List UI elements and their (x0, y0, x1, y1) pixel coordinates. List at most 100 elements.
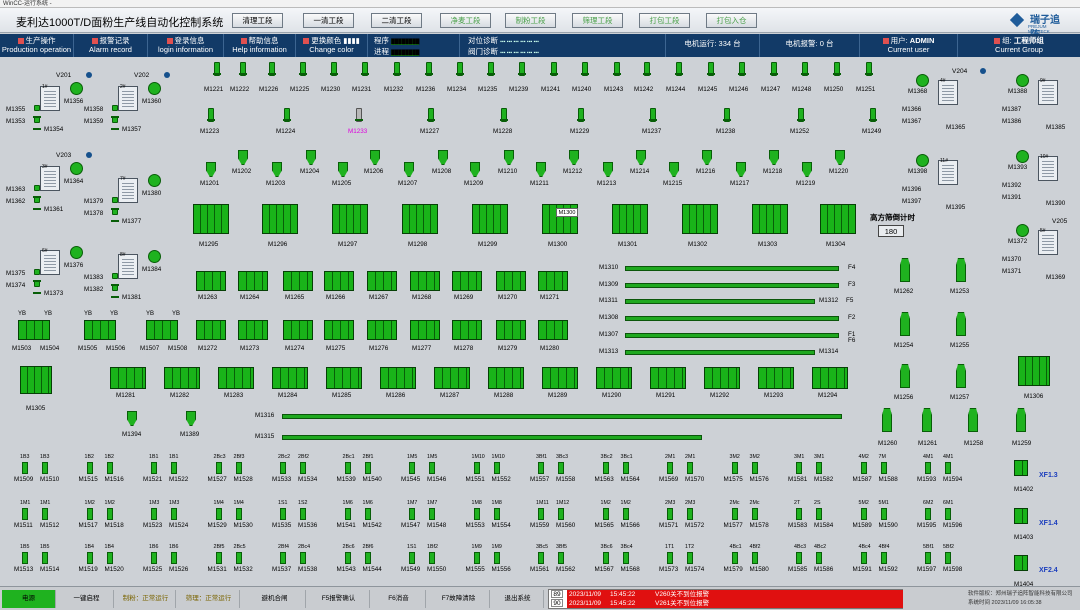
motor-icon[interactable] (493, 508, 500, 520)
packer-pair-icon[interactable] (151, 552, 177, 564)
packer-pair-icon[interactable] (280, 552, 306, 564)
motor-icon[interactable] (880, 462, 887, 474)
motor-icon[interactable] (538, 552, 544, 564)
feeder-icon[interactable] (1014, 460, 1028, 476)
packer-pair-icon[interactable] (925, 552, 951, 564)
conveyor-bar[interactable] (282, 435, 702, 440)
packer-pair-icon[interactable] (731, 462, 758, 474)
motor-icon[interactable] (22, 508, 28, 520)
packer-pair-icon[interactable] (796, 552, 822, 564)
packer-pair-icon[interactable] (860, 508, 887, 520)
motor-icon[interactable] (355, 108, 363, 122)
sifter-icon[interactable] (612, 204, 648, 234)
motor-icon[interactable] (33, 117, 41, 130)
motor-icon[interactable] (925, 552, 931, 564)
motor-icon[interactable] (106, 508, 113, 520)
stage-button-second-clean[interactable]: 二清工段 (371, 13, 422, 28)
sifter-icon[interactable] (472, 204, 508, 234)
motor-icon[interactable] (880, 508, 887, 520)
cone-icon[interactable] (636, 150, 646, 165)
packer-icon[interactable] (20, 366, 52, 394)
motor-icon[interactable] (42, 552, 48, 564)
sifter-icon[interactable] (402, 204, 438, 234)
motor-icon[interactable] (106, 462, 113, 474)
motor-icon[interactable] (667, 552, 673, 564)
stage-button-packing-storage[interactable]: 打包入仓 (706, 13, 757, 28)
motor-icon[interactable] (409, 508, 415, 520)
fan-icon[interactable] (148, 82, 161, 95)
motor-icon[interactable] (235, 462, 242, 474)
motor-icon[interactable] (865, 62, 873, 76)
motor-icon[interactable] (816, 462, 822, 474)
pump-icon[interactable] (900, 312, 910, 336)
roll-mill-icon[interactable] (410, 320, 440, 340)
motor-icon[interactable] (833, 62, 841, 76)
alarm-row[interactable]: 90 2023/11/09 15:45:22 V261关不到位报警 (549, 599, 903, 608)
stage-button-milling[interactable]: 制粉工段 (505, 13, 556, 28)
motor-icon[interactable] (613, 62, 621, 76)
motor-icon[interactable] (86, 552, 93, 564)
motor-icon[interactable] (796, 552, 802, 564)
motor-icon[interactable] (643, 62, 651, 76)
pump-icon[interactable] (968, 408, 978, 432)
motor-icon[interactable] (751, 462, 758, 474)
roll-mill-icon[interactable] (452, 320, 482, 340)
packer-pair-icon[interactable] (22, 508, 48, 520)
alarm-confirm-button[interactable]: F5报警确认 (308, 590, 370, 608)
one-key-start-button[interactable]: 一键启程 (60, 590, 114, 608)
motor-icon[interactable] (622, 508, 629, 520)
fan-icon[interactable] (1016, 224, 1029, 237)
motor-icon[interactable] (111, 117, 119, 130)
motor-icon[interactable] (869, 108, 877, 122)
motor-icon[interactable] (796, 508, 802, 520)
motor-icon[interactable] (518, 62, 526, 76)
fan-icon[interactable] (1016, 74, 1029, 87)
current-user-panel[interactable]: 用户: ADMIN Current user (860, 34, 958, 57)
conveyor-bar[interactable] (282, 414, 842, 419)
motor-icon[interactable] (300, 508, 306, 520)
motor-icon[interactable] (751, 552, 758, 564)
purifier-icon[interactable] (272, 367, 308, 389)
packer-pair-icon[interactable] (409, 552, 435, 564)
purifier-icon[interactable] (704, 367, 740, 389)
pump-icon[interactable] (900, 258, 910, 282)
packer-pair-icon[interactable] (473, 508, 500, 520)
motor-icon[interactable] (860, 508, 867, 520)
packer-pair-icon[interactable] (409, 462, 435, 474)
pump-icon[interactable] (900, 364, 910, 388)
packer-pair-icon[interactable] (215, 552, 242, 564)
roll-mill-icon[interactable] (283, 320, 313, 340)
motor-icon[interactable] (344, 508, 351, 520)
menu-help-information[interactable]: 帮助信息 Help information (224, 34, 296, 57)
motor-icon[interactable] (707, 62, 715, 76)
motor-icon[interactable] (770, 62, 778, 76)
pump-icon[interactable] (956, 258, 966, 282)
motor-icon[interactable] (801, 62, 809, 76)
packer-pair-icon[interactable] (86, 508, 113, 520)
current-group-panel[interactable]: 组: 工程师组 Current Group (958, 34, 1080, 57)
motor-icon[interactable] (602, 508, 609, 520)
motor-icon[interactable] (860, 462, 867, 474)
cone-icon[interactable] (206, 162, 216, 177)
motor-icon[interactable] (456, 62, 464, 76)
fan-icon[interactable] (70, 82, 83, 95)
motor-icon[interactable] (33, 281, 41, 294)
motor-icon[interactable] (409, 462, 415, 474)
roll-mill-icon[interactable] (324, 320, 354, 340)
motor-icon[interactable] (738, 62, 746, 76)
motor-icon[interactable] (731, 508, 738, 520)
pump-icon[interactable] (956, 364, 966, 388)
motor-icon[interactable] (344, 462, 351, 474)
cone-icon[interactable] (438, 150, 448, 165)
motor-icon[interactable] (500, 108, 508, 122)
motor-icon[interactable] (667, 462, 673, 474)
motor-icon[interactable] (925, 462, 931, 474)
yb-unit-icon[interactable] (146, 320, 178, 340)
roll-mill-icon[interactable] (238, 271, 268, 291)
sifter-icon[interactable] (262, 204, 298, 234)
motor-icon[interactable] (731, 552, 738, 564)
conveyor-bar[interactable] (625, 299, 815, 304)
motor-icon[interactable] (429, 552, 435, 564)
packer-pair-icon[interactable] (86, 462, 113, 474)
alarm-row[interactable]: 89 2023/11/09 15:45:22 V260关不到位报警 (549, 590, 903, 599)
